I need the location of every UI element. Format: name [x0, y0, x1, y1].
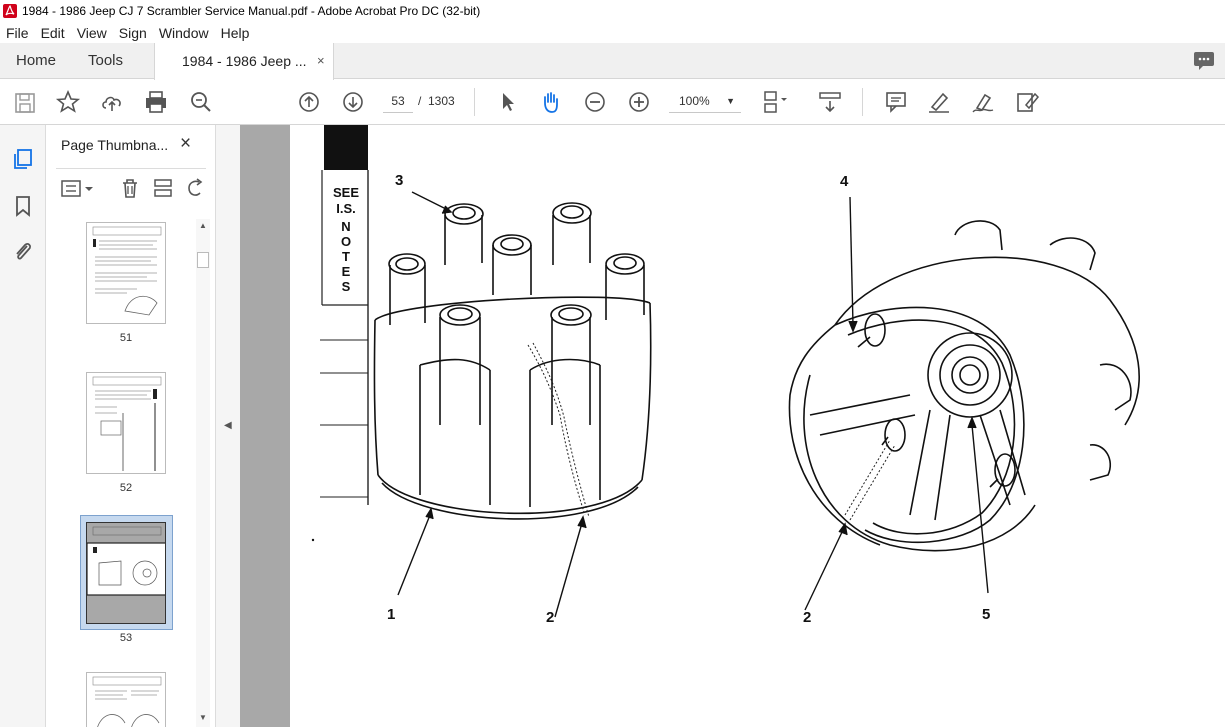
page-display-icon[interactable] [761, 89, 787, 115]
pdf-page: SEE I.S. N O T E S 3 1 2 4 2 5 [290, 125, 1225, 727]
menu-bar: File Edit View Sign Window Help [0, 22, 1225, 43]
callout-5: 5 [982, 606, 991, 623]
thumbnail-preview [92, 676, 162, 727]
document-viewport[interactable]: SEE I.S. N O T E S 3 1 2 4 2 5 [240, 125, 1225, 727]
thumbnail-label-52: 52 [119, 482, 133, 494]
side-note-o: O [340, 234, 352, 249]
zoom-level-select[interactable]: 100% ▼ [669, 89, 741, 113]
sign-pen-icon[interactable] [970, 89, 996, 115]
menu-file[interactable]: File [0, 25, 35, 41]
select-arrow-icon[interactable] [495, 89, 521, 115]
side-note-n: N [341, 219, 351, 234]
toolbar-divider [862, 88, 863, 116]
scroll-down-icon[interactable]: ▼ [199, 713, 207, 722]
thumbnail-page-54[interactable] [86, 672, 166, 727]
page-thumbnails-icon[interactable] [11, 147, 35, 171]
tab-row: Home Tools 1984 - 1986 Jeep ... × [0, 43, 1225, 80]
bookmark-star-icon[interactable] [55, 89, 81, 115]
thumbnail-preview [87, 523, 165, 623]
tab-document[interactable]: 1984 - 1986 Jeep ... × [154, 43, 334, 80]
acrobat-app-icon [3, 4, 17, 18]
tab-home[interactable]: Home [16, 43, 56, 79]
callout-2-right: 2 [803, 609, 812, 626]
left-rail [0, 125, 46, 727]
edit-document-icon[interactable] [1014, 89, 1040, 115]
toolbar [0, 80, 1225, 125]
tab-tools[interactable]: Tools [88, 43, 123, 79]
thumbnail-preview [92, 226, 162, 316]
rotate-page-icon[interactable] [184, 177, 206, 199]
menu-edit[interactable]: Edit [35, 25, 71, 41]
delete-trash-icon[interactable] [119, 177, 141, 199]
scroll-mode-icon[interactable] [817, 89, 843, 115]
zoom-search-icon[interactable] [188, 89, 214, 115]
save-icon[interactable] [12, 90, 38, 116]
close-panel-button[interactable]: × [180, 133, 191, 155]
side-note-e: E [341, 264, 351, 279]
document-tab-label: 1984 - 1986 Jeep ... [182, 53, 307, 69]
page-separator: / [418, 94, 422, 108]
attachments-paperclip-icon[interactable] [11, 239, 35, 263]
collapse-arrow-icon: ◀ [224, 420, 232, 431]
bookmarks-icon[interactable] [11, 194, 35, 218]
scroll-up-icon[interactable]: ▲ [199, 221, 207, 230]
thumbnail-preview [92, 376, 162, 471]
zoom-level-value: 100% [679, 94, 710, 108]
callout-2-left: 2 [546, 609, 555, 626]
side-note-s: S [341, 279, 351, 294]
close-tab-button[interactable]: × [317, 43, 325, 79]
print-icon[interactable] [143, 89, 169, 115]
panel-title: Page Thumbna... [61, 137, 169, 153]
page-total: 1303 [428, 94, 455, 108]
menu-window[interactable]: Window [153, 25, 215, 41]
side-note-see: SEE [332, 185, 359, 200]
highlight-pen-icon[interactable] [926, 89, 952, 115]
options-menu-icon[interactable] [61, 179, 95, 199]
side-note-is: I.S. [336, 201, 356, 216]
chevron-down-icon: ▼ [726, 96, 735, 106]
upload-cloud-icon[interactable] [99, 89, 125, 115]
thumbnail-page-52[interactable] [86, 372, 166, 474]
page-number-input[interactable]: 53 [383, 89, 413, 113]
menu-sign[interactable]: Sign [113, 25, 153, 41]
menu-view[interactable]: View [71, 25, 113, 41]
thumbnail-tools [56, 168, 206, 206]
side-note-t: T [342, 249, 350, 264]
previous-page-icon[interactable] [296, 89, 322, 115]
zoom-in-icon[interactable] [626, 89, 652, 115]
thumbnail-page-51[interactable] [86, 222, 166, 324]
thumbnail-page-53[interactable] [86, 522, 166, 624]
callout-4: 4 [840, 173, 849, 190]
thumbnail-scrollbar[interactable]: ▲ ▼ [196, 219, 210, 727]
thumbnail-label-51: 51 [119, 332, 133, 344]
comment-icon[interactable] [883, 89, 909, 115]
next-page-icon[interactable] [340, 89, 366, 115]
window-title: 1984 - 1986 Jeep CJ 7 Scrambler Service … [22, 4, 481, 18]
menu-help[interactable]: Help [215, 25, 256, 41]
extract-pages-icon[interactable] [152, 177, 174, 199]
hand-tool-icon[interactable] [538, 89, 564, 115]
thumbnail-label-53: 53 [119, 632, 133, 644]
panel-collapse-handle[interactable]: ◀ [216, 125, 240, 727]
toolbar-divider [474, 88, 475, 116]
scrollbar-thumb[interactable] [197, 252, 209, 268]
thumbnail-panel: Page Thumbna... × ▲ ▼ 51 52 53 [46, 125, 216, 727]
comment-bubble-icon[interactable] [1193, 51, 1215, 71]
distributor-cap-illustration [311, 125, 1140, 618]
title-bar: 1984 - 1986 Jeep CJ 7 Scrambler Service … [0, 0, 1225, 22]
callout-3: 3 [395, 172, 404, 189]
zoom-out-icon[interactable] [582, 89, 608, 115]
callout-1: 1 [387, 606, 396, 623]
